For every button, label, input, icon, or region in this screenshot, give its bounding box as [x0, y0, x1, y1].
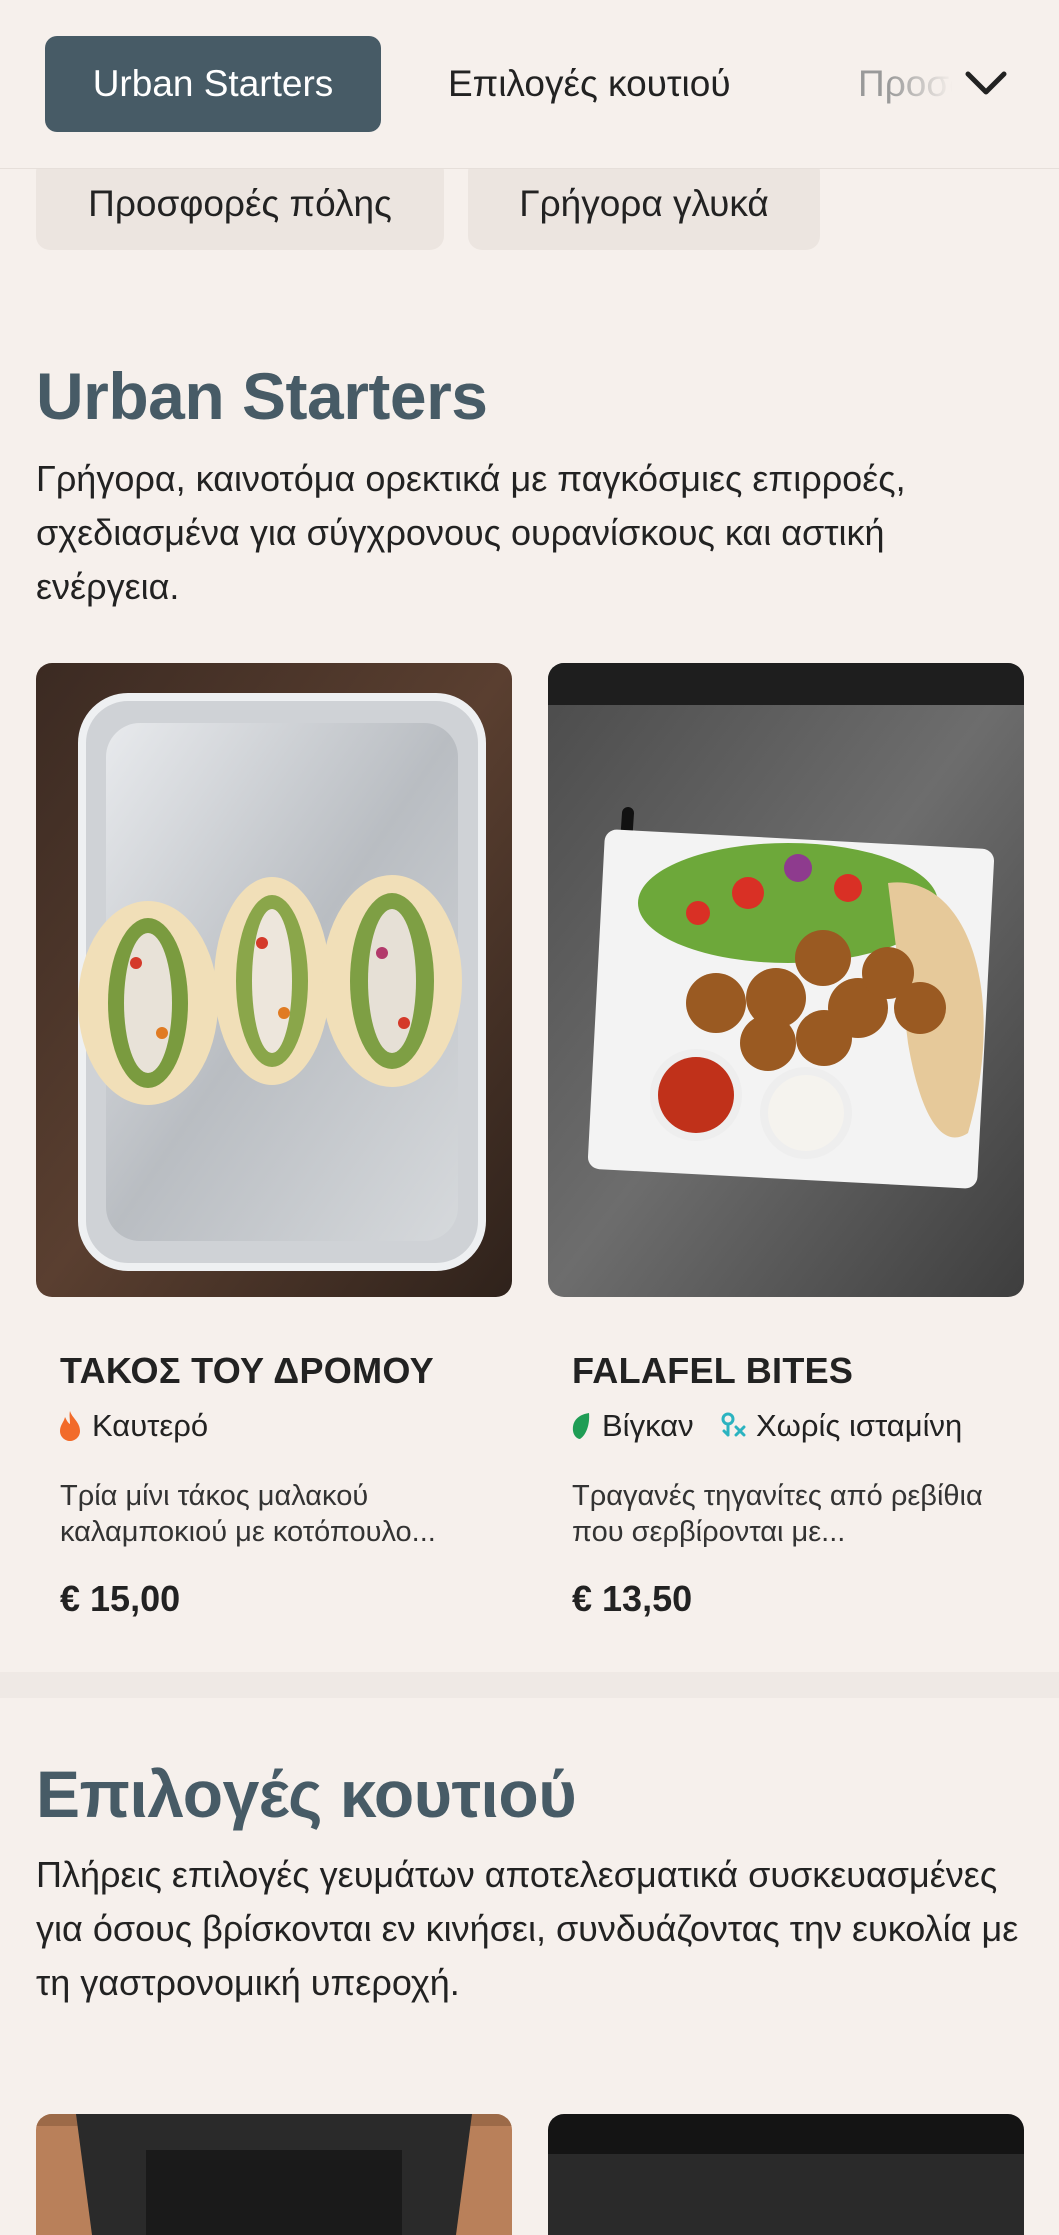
- category-nav: Urban Starters Επιλογές κουτιού Προσφορέ…: [0, 0, 1059, 169]
- item-name[interactable]: ΤΑΚΟΣ ΤΟΥ ΔΡΟΜΟΥ: [60, 1350, 434, 1392]
- tacos-image[interactable]: [36, 663, 512, 1297]
- box-meal-image[interactable]: [36, 2114, 512, 2235]
- item-price: € 13,50: [572, 1578, 693, 1619]
- tag-spicy: Καυτερό: [58, 1408, 208, 1444]
- chip-quick-desserts[interactable]: Γρήγορα γλυκά: [468, 168, 820, 250]
- item-description: Τρία μίνι τάκος μαλακού καλαμποκιού με κ…: [60, 1480, 436, 1548]
- section-title: Επιλογές κουτιού: [36, 1757, 577, 1831]
- tag-label: Χωρίς ισταμίνη: [756, 1408, 963, 1443]
- box-meal-image[interactable]: [548, 2114, 1024, 2235]
- tab-city-offers[interactable]: Προσφορές πόλης: [858, 36, 958, 132]
- leaf-icon: [572, 1413, 590, 1439]
- item-description: Τραγανές τηγανίτες από ρεβίθια που σερβί…: [572, 1480, 983, 1548]
- section-divider: [0, 1672, 1059, 1698]
- category-chips: Προσφορές πόλης Γρήγορα γλυκά: [0, 168, 1059, 252]
- tag-label: Βίγκαν: [602, 1408, 694, 1443]
- tag-histamine-free: Χωρίς ισταμίνη: [718, 1408, 962, 1444]
- section-description: Πλήρεις επιλογές γευμάτων αποτελεσματικά…: [36, 1854, 1019, 2003]
- histamine-free-icon: [721, 1412, 746, 1437]
- section-description: Γρήγορα, καινοτόμα ορεκτικά με παγκόσμιε…: [36, 458, 906, 607]
- flame-icon: [60, 1411, 80, 1441]
- item-price: € 15,00: [60, 1578, 181, 1619]
- section-title: Urban Starters: [36, 359, 488, 433]
- chevron-down-icon[interactable]: [960, 58, 1012, 110]
- tag-vegan: Βίγκαν: [570, 1408, 694, 1444]
- tab-urban-starters[interactable]: Urban Starters: [45, 36, 381, 132]
- tab-box-options[interactable]: Επιλογές κουτιού: [448, 36, 731, 132]
- falafel-image[interactable]: [548, 663, 1024, 1297]
- chip-city-offers[interactable]: Προσφορές πόλης: [36, 168, 444, 250]
- tag-label: Καυτερό: [92, 1408, 209, 1443]
- item-name[interactable]: FALAFEL BITES: [572, 1350, 853, 1392]
